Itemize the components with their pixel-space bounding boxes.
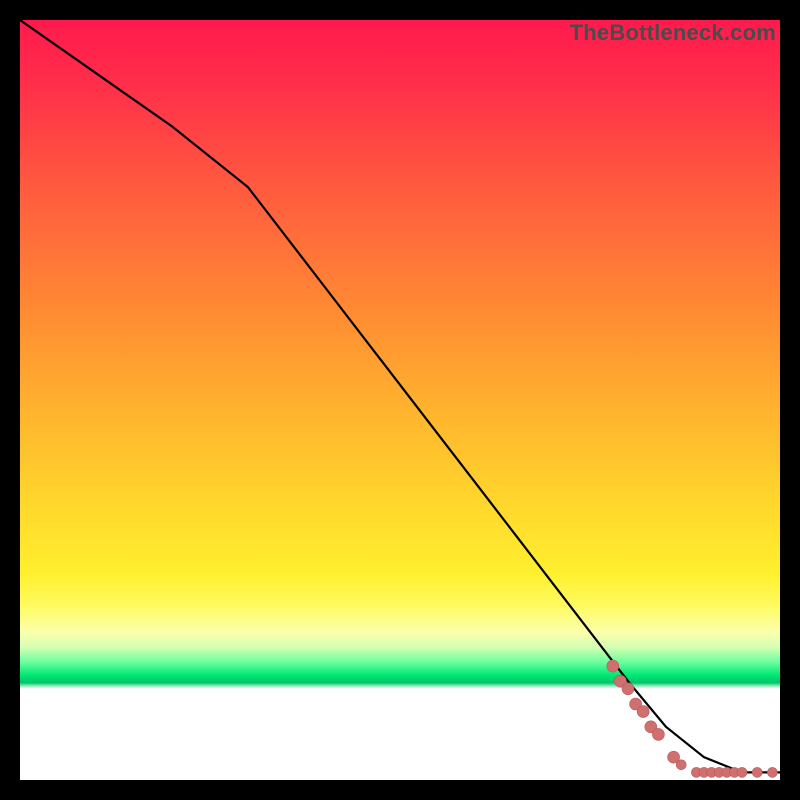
plot-area: TheBottleneck.com xyxy=(20,20,780,780)
tail-scatter xyxy=(607,660,778,777)
chart-frame: TheBottleneck.com xyxy=(0,0,800,800)
chart-svg xyxy=(20,20,780,780)
series-curve xyxy=(20,20,780,772)
